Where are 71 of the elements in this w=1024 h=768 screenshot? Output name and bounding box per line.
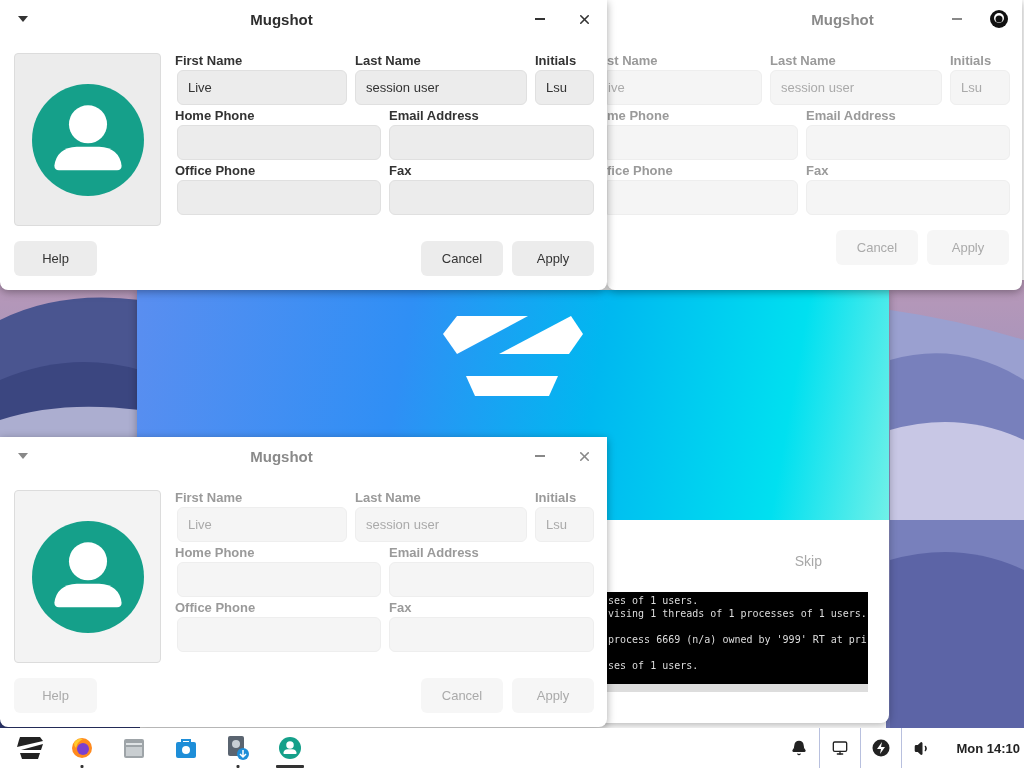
terminal-line: vising 1 threads of 1 processes of 1 users. — [608, 607, 868, 620]
clock: Mon 14:10 — [955, 740, 1021, 756]
field-label: Email Address — [806, 108, 897, 123]
field-label: Last Name — [355, 490, 422, 505]
input-field[interactable]: session user — [355, 70, 527, 105]
apply-button[interactable]: Apply — [512, 241, 594, 276]
input-field[interactable] — [177, 180, 381, 215]
input-field[interactable]: Lsu — [950, 70, 1010, 105]
help-button[interactable]: Help — [14, 678, 97, 713]
logo-icon — [443, 314, 583, 396]
field-label: Last Name — [770, 53, 837, 68]
window-title: Mugshot — [249, 10, 314, 28]
minimize-icon — [535, 18, 545, 20]
shopping-bag-icon — [175, 737, 197, 759]
field-label: Email Address — [389, 545, 480, 560]
field-label: Last Name — [355, 53, 422, 68]
bolt-icon — [872, 739, 891, 757]
cancel-button[interactable]: Cancel — [421, 241, 503, 276]
avatar-card[interactable] — [14, 53, 161, 226]
field-label: me Phone — [607, 108, 671, 123]
field-label: Fax — [806, 163, 830, 178]
browser-icon — [71, 737, 93, 759]
field-label: Initials — [535, 53, 578, 68]
field-label: fice Phone — [607, 163, 674, 178]
input-field[interactable] — [607, 180, 798, 215]
field-label: Home Phone — [175, 545, 256, 560]
input-field[interactable]: Lsu — [535, 70, 594, 105]
cancel-button[interactable]: Cancel — [421, 678, 503, 713]
avatar-card[interactable] — [14, 490, 161, 663]
input-field[interactable]: Live — [177, 507, 347, 542]
input-field[interactable] — [607, 125, 798, 160]
field-label: Office Phone — [175, 600, 257, 615]
window-title: Mugshot — [810, 10, 875, 28]
field-label: Initials — [950, 53, 993, 68]
minimize-icon — [535, 455, 545, 457]
input-field[interactable]: Lsu — [535, 507, 594, 542]
minimize-icon — [952, 18, 962, 20]
field-label: Fax — [389, 163, 413, 178]
input-field[interactable]: session user — [355, 507, 527, 542]
logo-icon — [17, 737, 43, 759]
cancel-button[interactable]: Cancel — [836, 230, 918, 265]
skip-button[interactable]: Skip — [792, 552, 824, 570]
terminal-line: process 6669 (n/a) owned by '999' RT at pri — [608, 633, 868, 646]
bell-icon — [791, 740, 808, 756]
field-label: Fax — [389, 600, 413, 615]
field-label: Initials — [535, 490, 578, 505]
field-label: Email Address — [389, 108, 480, 123]
close-button[interactable] — [988, 8, 1010, 30]
input-field[interactable]: session user — [770, 70, 942, 105]
field-label: First Name — [175, 490, 244, 505]
field-label: Home Phone — [175, 108, 256, 123]
folder-icon — [123, 737, 145, 759]
apply-button[interactable]: Apply — [927, 230, 1009, 265]
field-label: st Name — [607, 53, 659, 68]
input-field[interactable]: Live — [177, 70, 347, 105]
apply-button[interactable]: Apply — [512, 678, 594, 713]
help-button[interactable]: Help — [14, 241, 97, 276]
input-field[interactable] — [389, 125, 594, 160]
window-title: Mugshot — [249, 447, 314, 465]
input-field[interactable]: ive — [607, 70, 762, 105]
terminal-line: ses of 1 users. — [608, 594, 700, 607]
disk-download-icon — [227, 736, 249, 760]
terminal-line: ses of 1 users. — [608, 659, 700, 672]
input-field[interactable] — [389, 180, 594, 215]
input-field[interactable] — [177, 125, 381, 160]
monitor-icon — [832, 740, 849, 756]
avatar-icon — [279, 737, 301, 759]
avatar-icon — [31, 83, 144, 196]
field-label: First Name — [175, 53, 244, 68]
avatar-icon — [31, 520, 144, 633]
field-label: Office Phone — [175, 163, 257, 178]
